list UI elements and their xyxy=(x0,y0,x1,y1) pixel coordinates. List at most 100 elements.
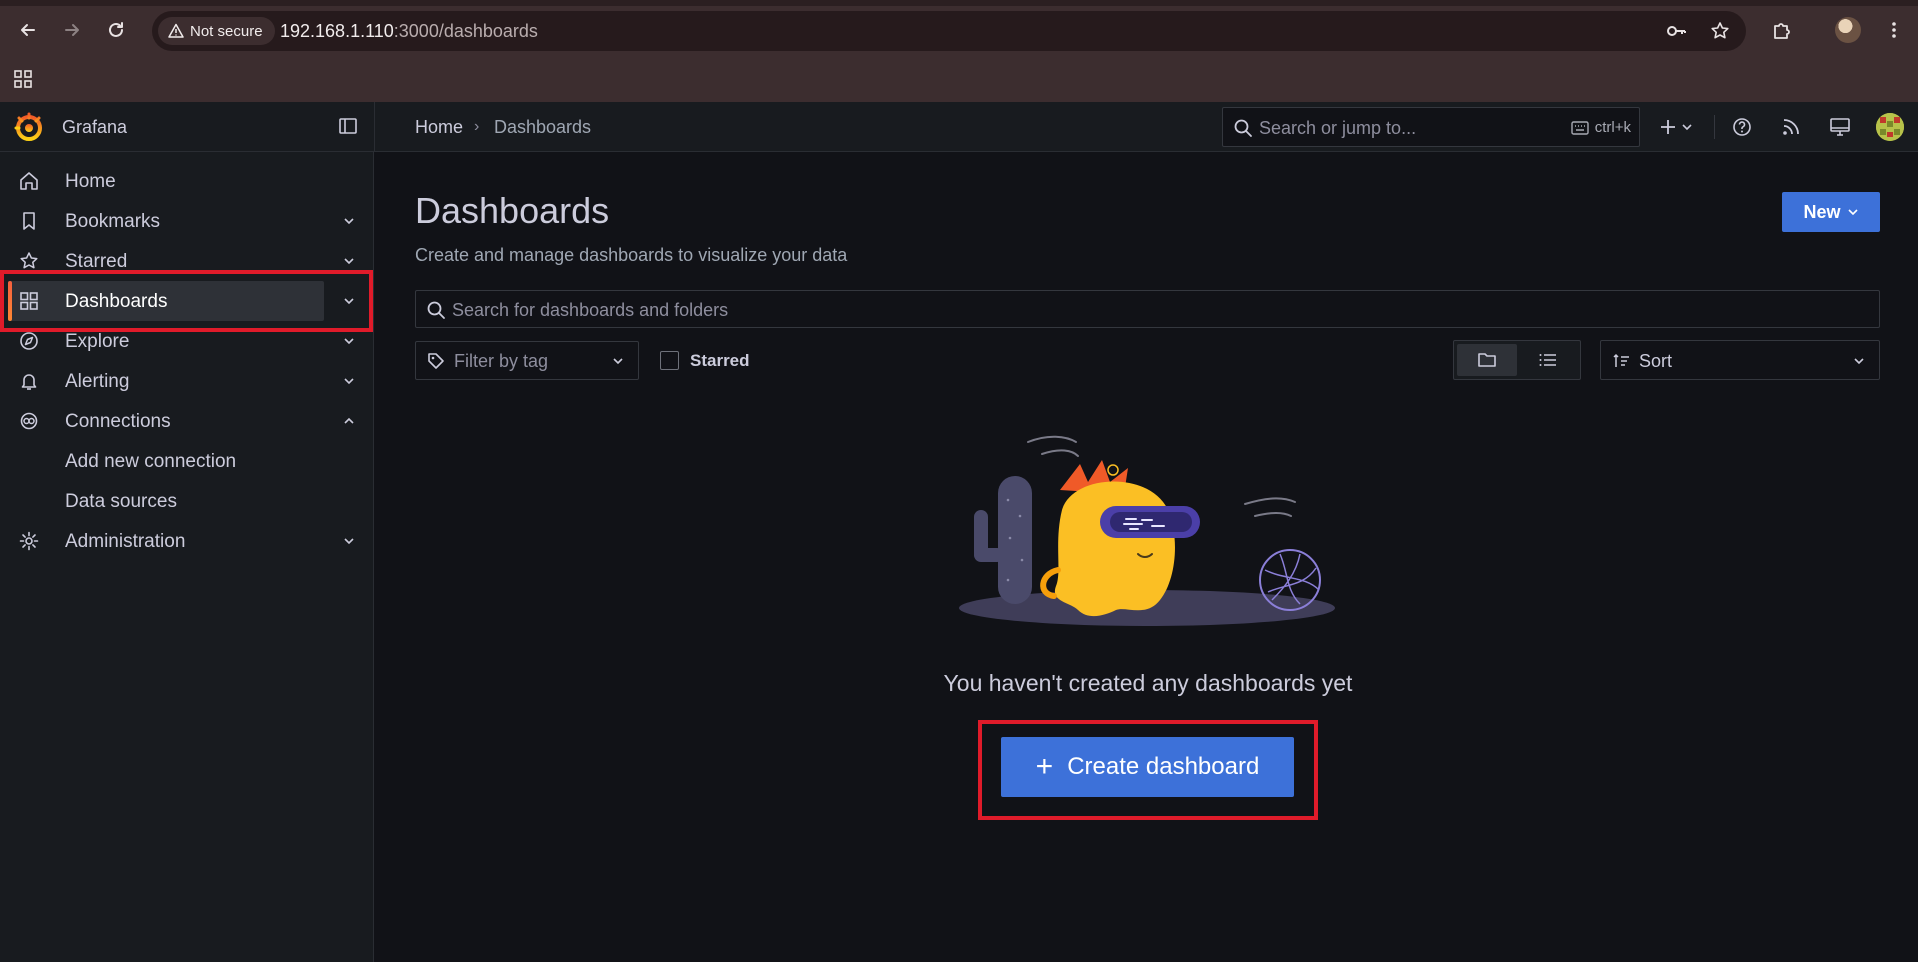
sidebar-item-label: Home xyxy=(65,171,116,192)
dock-menu-button[interactable] xyxy=(338,116,360,138)
dashboard-search-input[interactable]: Search for dashboards and folders xyxy=(415,290,1880,328)
folder-icon xyxy=(1478,353,1496,367)
sort-icon xyxy=(1613,353,1629,367)
chevron-down-icon[interactable] xyxy=(340,252,358,270)
help-button[interactable] xyxy=(1730,115,1754,139)
sidebar-item-administration[interactable]: Administration xyxy=(0,521,374,561)
apps-grid-icon xyxy=(14,70,32,88)
sidebar-item-label: Connections xyxy=(65,411,171,432)
password-key-button[interactable] xyxy=(1664,19,1688,43)
sidebar-subitem-add-new-connection[interactable]: Add new connection xyxy=(0,441,374,481)
url-text[interactable]: 192.168.1.110:3000/dashboards xyxy=(280,21,538,42)
sidebar-item-label: Explore xyxy=(65,331,130,352)
bookmarks-bar xyxy=(0,60,1918,102)
help-icon xyxy=(1733,118,1751,136)
folder-view-button[interactable] xyxy=(1457,344,1517,376)
bookmark-icon xyxy=(23,212,35,230)
chevron-down-icon[interactable] xyxy=(340,332,358,350)
topbar-divider xyxy=(374,102,375,152)
gear-icon xyxy=(19,531,39,551)
grafana-topbar: Grafana Home › Dashboards Search or jump… xyxy=(0,102,1918,152)
empty-state-mascot-illustration xyxy=(959,435,1335,626)
url-host: 192.168.1.110 xyxy=(280,21,394,41)
shortcut-text: ctrl+k xyxy=(1594,119,1631,136)
sidebar-item-label: Data sources xyxy=(65,491,177,512)
top-search-placeholder: Search or jump to... xyxy=(1259,118,1417,138)
profile-button[interactable] xyxy=(1832,14,1864,46)
browser-chrome: Not secure 192.168.1.110:3000/dashboards xyxy=(0,0,1918,102)
topbar-separator xyxy=(1714,115,1715,139)
sidebar-dock-icon xyxy=(339,118,357,134)
new-button[interactable]: New xyxy=(1782,192,1880,232)
address-bar[interactable]: Not secure 192.168.1.110:3000/dashboards xyxy=(152,11,1746,51)
back-button[interactable] xyxy=(12,14,44,46)
empty-state-message: You haven't created any dashboards yet xyxy=(943,670,1353,696)
sidebar-subitem-data-sources[interactable]: Data sources xyxy=(0,481,374,521)
more-vertical-icon xyxy=(1892,22,1896,38)
brand-name: Grafana xyxy=(62,117,128,137)
list-view-button[interactable] xyxy=(1518,344,1578,376)
keyboard-icon xyxy=(1571,120,1589,135)
kiosk-mode-button[interactable] xyxy=(1828,115,1852,139)
view-toggle xyxy=(1453,340,1581,380)
breadcrumb-current: Dashboards xyxy=(494,117,592,137)
arrow-left-icon xyxy=(21,24,35,36)
add-new-menu-button[interactable] xyxy=(1654,115,1698,139)
bell-icon xyxy=(21,374,37,390)
chevron-down-icon xyxy=(1847,209,1858,216)
sidebar-item-connections[interactable]: Connections xyxy=(0,401,374,441)
top-search-input[interactable]: Search or jump to... ctrl+k xyxy=(1222,107,1640,147)
dashboard-search-placeholder: Search for dashboards and folders xyxy=(452,300,729,320)
plus-icon xyxy=(1661,120,1675,134)
chevron-down-icon[interactable] xyxy=(340,212,358,230)
sort-label: Sort xyxy=(1639,351,1673,371)
star-outline-icon xyxy=(1711,22,1729,39)
browser-menu-button[interactable] xyxy=(1878,14,1910,46)
avatar-pattern-icon xyxy=(1876,113,1904,141)
sidebar-item-bookmarks[interactable]: Bookmarks xyxy=(0,201,374,241)
user-avatar[interactable] xyxy=(1876,113,1904,141)
filter-by-tag-select[interactable]: Filter by tag xyxy=(415,341,639,380)
breadcrumb-home[interactable]: Home xyxy=(415,117,463,138)
bookmark-star-button[interactable] xyxy=(1708,19,1732,43)
chevron-down-icon[interactable] xyxy=(340,532,358,550)
apps-button[interactable] xyxy=(12,68,36,92)
sidebar-item-label: Administration xyxy=(65,531,186,552)
starred-checkbox-label[interactable]: Starred xyxy=(690,351,750,371)
grafana-logo-icon[interactable] xyxy=(14,112,44,142)
starred-checkbox[interactable] xyxy=(660,351,679,370)
sidebar-item-home[interactable]: Home xyxy=(0,161,374,201)
tab-strip xyxy=(0,0,1918,6)
filter-by-tag-placeholder: Filter by tag xyxy=(454,351,549,371)
arrow-right-icon xyxy=(65,24,79,36)
puzzle-icon xyxy=(1774,23,1790,39)
chevron-up-icon[interactable] xyxy=(340,412,358,430)
star-icon xyxy=(20,252,38,269)
news-button[interactable] xyxy=(1779,115,1803,139)
monitor-icon xyxy=(1830,118,1850,136)
list-icon xyxy=(1539,354,1556,366)
security-chip[interactable]: Not secure xyxy=(158,17,275,45)
warning-icon xyxy=(168,23,184,38)
forward-button[interactable] xyxy=(56,14,88,46)
shortcut-hint: ctrl+k xyxy=(1571,119,1631,136)
sidebar-item-label: Alerting xyxy=(65,371,130,392)
chevron-down-icon[interactable] xyxy=(340,372,358,390)
search-icon xyxy=(427,301,445,319)
extensions-button[interactable] xyxy=(1766,14,1798,46)
url-path: :3000/dashboards xyxy=(393,21,538,41)
sort-select[interactable]: Sort xyxy=(1600,340,1880,380)
highlight-create-dashboard-annotation xyxy=(978,720,1318,820)
sidebar-item-alerting[interactable]: Alerting xyxy=(0,361,374,401)
highlight-dashboards-annotation xyxy=(0,270,373,332)
page-title: Dashboards xyxy=(415,190,610,231)
rss-icon xyxy=(1783,119,1799,135)
reload-button[interactable] xyxy=(100,14,132,46)
chevron-down-icon xyxy=(1854,358,1864,365)
search-icon xyxy=(1234,119,1252,137)
breadcrumb-separator: › xyxy=(474,118,480,135)
sidebar-item-label: Bookmarks xyxy=(65,211,161,232)
tag-icon xyxy=(428,353,444,369)
chevron-down-icon xyxy=(613,358,623,365)
compass-icon xyxy=(20,332,38,350)
